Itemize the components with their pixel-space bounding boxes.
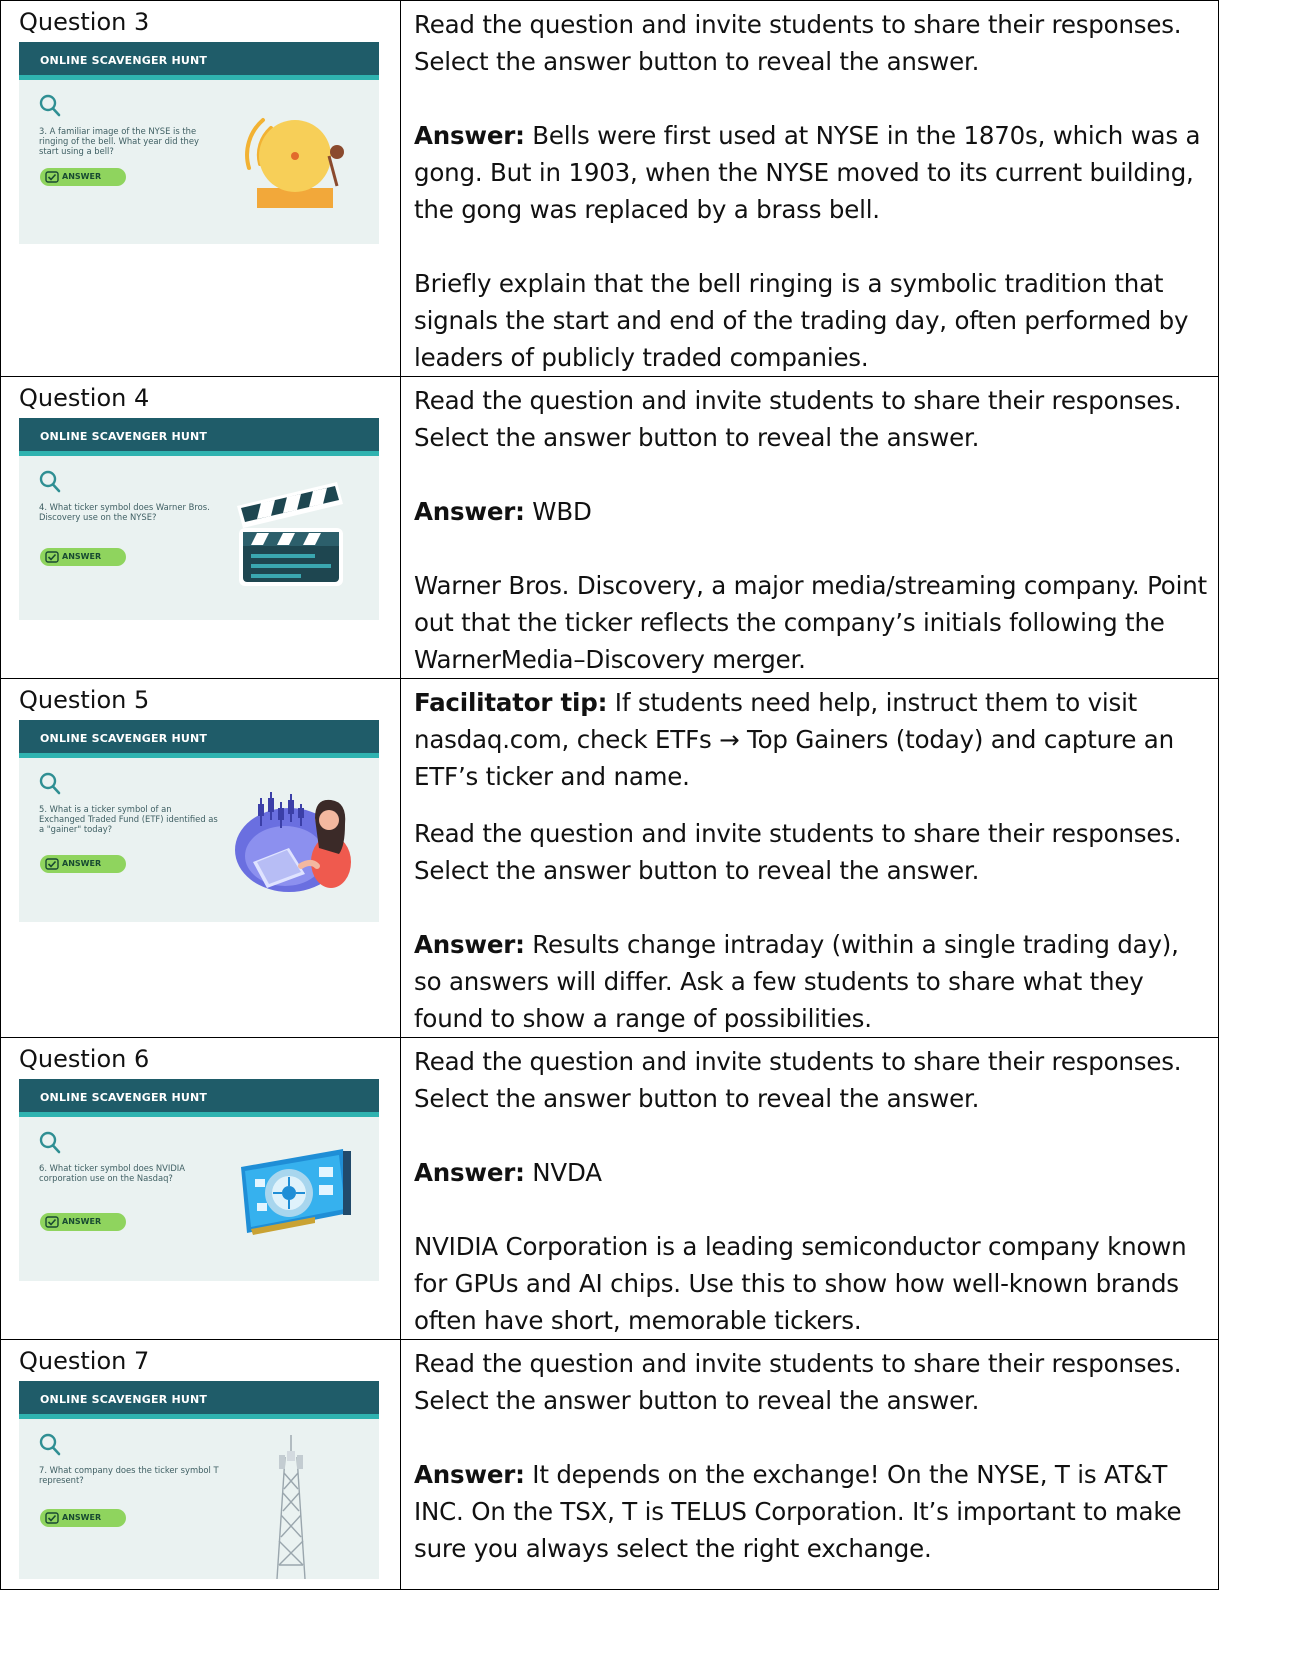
- question-row-3: Question 3 ONLINE SCAVENGER HUNT 3. A fa…: [0, 0, 1219, 377]
- check-icon: [45, 551, 59, 563]
- bell-illustration: [245, 118, 344, 208]
- slide-question-text: 7. What company does the ticker symbol T…: [39, 1465, 219, 1485]
- answer-text: Results change intraday (within a single…: [414, 930, 1179, 1033]
- slide-question-text: 4. What ticker symbol does Warner Bros. …: [39, 502, 210, 522]
- check-icon: [45, 1216, 59, 1228]
- question-label: Question 4: [19, 384, 150, 412]
- magnifier-icon: [39, 94, 61, 117]
- tip-paragraph: Facilitator tip: If students need help, …: [414, 684, 1210, 795]
- answer-button-label: ANSWER: [62, 552, 102, 561]
- slide-header: ONLINE SCAVENGER HUNT: [19, 42, 379, 80]
- question-row-5: Question 5 ONLINE SCAVENGER HUNT 5. What…: [0, 678, 1219, 1038]
- question-row-7: Question 7 ONLINE SCAVENGER HUNT 7. What…: [0, 1339, 1219, 1590]
- magnifier-icon: [39, 772, 61, 795]
- question-cell-5: Question 5 ONLINE SCAVENGER HUNT 5. What…: [0, 678, 401, 1038]
- notes-cell-4: Read the question and invite students to…: [400, 376, 1219, 679]
- answer-paragraph: Answer: Bells were first used at NYSE in…: [414, 117, 1210, 228]
- trader-illustration: [235, 792, 351, 892]
- answer-label: Answer:: [414, 497, 525, 526]
- note-text: NVIDIA Corporation is a leading semicond…: [414, 1232, 1187, 1335]
- slide-thumbnail: ONLINE SCAVENGER HUNT 7. What company do…: [19, 1381, 379, 1579]
- intro-text: Read the question and invite students to…: [414, 1349, 1182, 1415]
- answer-button[interactable]: ANSWER: [40, 855, 126, 873]
- slide-thumbnail: ONLINE SCAVENGER HUNT 6. What ticker sym…: [19, 1079, 379, 1281]
- check-icon: [45, 171, 59, 183]
- answer-text: Bells were first used at NYSE in the 187…: [414, 121, 1201, 224]
- magnifier-icon: [39, 1433, 61, 1456]
- answer-button[interactable]: ANSWER: [40, 168, 126, 186]
- slide-header: ONLINE SCAVENGER HUNT: [19, 720, 379, 758]
- slide-header: ONLINE SCAVENGER HUNT: [19, 1381, 379, 1419]
- answer-button[interactable]: ANSWER: [40, 1509, 126, 1527]
- slide-question-text: 5. What is a ticker symbol of an Exchang…: [39, 804, 218, 834]
- answer-button-label: ANSWER: [62, 1217, 102, 1226]
- question-cell-4: Question 4 ONLINE SCAVENGER HUNT 4. What…: [0, 376, 401, 679]
- answer-label: Answer:: [414, 930, 525, 959]
- notes-cell-5: Facilitator tip: If students need help, …: [400, 678, 1219, 1038]
- answer-button[interactable]: ANSWER: [40, 1213, 126, 1231]
- answer-label: Answer:: [414, 1460, 525, 1489]
- intro-text: Read the question and invite students to…: [414, 10, 1182, 76]
- check-icon: [45, 1512, 59, 1524]
- answer-text: NVDA: [524, 1158, 602, 1187]
- answer-paragraph: Answer: Results change intraday (within …: [414, 926, 1210, 1037]
- question-label: Question 3: [19, 8, 150, 36]
- answer-button-label: ANSWER: [62, 172, 102, 181]
- slide-thumbnail: ONLINE SCAVENGER HUNT 4. What ticker sym…: [19, 418, 379, 620]
- slide-header: ONLINE SCAVENGER HUNT: [19, 1079, 379, 1117]
- slide-header: ONLINE SCAVENGER HUNT: [19, 418, 379, 456]
- note-text: Warner Bros. Discovery, a major media/st…: [414, 571, 1207, 674]
- cell-tower-illustration: [276, 1435, 306, 1579]
- check-icon: [45, 858, 59, 870]
- answer-text: WBD: [524, 497, 592, 526]
- question-cell-3: Question 3 ONLINE SCAVENGER HUNT 3. A fa…: [0, 0, 401, 377]
- answer-button[interactable]: ANSWER: [40, 548, 126, 566]
- question-cell-7: Question 7 ONLINE SCAVENGER HUNT 7. What…: [0, 1339, 401, 1590]
- slide-question-text: 3. A familiar image of the NYSE is the r…: [39, 126, 199, 156]
- notes-cell-3: Read the question and invite students to…: [400, 0, 1219, 377]
- gpu-card-illustration: [241, 1149, 351, 1235]
- question-label: Question 5: [19, 686, 150, 714]
- notes-cell-6: Read the question and invite students to…: [400, 1037, 1219, 1340]
- question-label: Question 7: [19, 1347, 150, 1375]
- answer-paragraph: Answer: WBD: [414, 493, 1210, 530]
- question-row-4: Question 4 ONLINE SCAVENGER HUNT 4. What…: [0, 376, 1219, 679]
- facilitator-guide-table: Question 3 ONLINE SCAVENGER HUNT 3. A fa…: [0, 0, 1219, 1590]
- answer-button-label: ANSWER: [62, 859, 102, 868]
- intro-text: Read the question and invite students to…: [414, 386, 1182, 452]
- answer-label: Answer:: [414, 121, 525, 150]
- answer-text: It depends on the exchange! On the NYSE,…: [414, 1460, 1182, 1563]
- note-text: Briefly explain that the bell ringing is…: [414, 269, 1189, 372]
- magnifier-icon: [39, 1131, 61, 1154]
- answer-button-label: ANSWER: [62, 1513, 102, 1522]
- answer-paragraph: Answer: It depends on the exchange! On t…: [414, 1456, 1210, 1567]
- slide-question-text: 6. What ticker symbol does NVIDIA corpor…: [39, 1163, 185, 1183]
- slide-thumbnail: ONLINE SCAVENGER HUNT 3. A familiar imag…: [19, 42, 379, 244]
- notes-cell-7: Read the question and invite students to…: [400, 1339, 1219, 1590]
- answer-paragraph: Answer: NVDA: [414, 1154, 1210, 1191]
- question-cell-6: Question 6 ONLINE SCAVENGER HUNT 6. What…: [0, 1037, 401, 1340]
- intro-text: Read the question and invite students to…: [414, 1047, 1182, 1113]
- clapperboard-illustration: [237, 482, 343, 586]
- answer-label: Answer:: [414, 1158, 525, 1187]
- question-row-6: Question 6 ONLINE SCAVENGER HUNT 6. What…: [0, 1037, 1219, 1340]
- intro-text: Read the question and invite students to…: [414, 819, 1182, 885]
- tip-label: Facilitator tip:: [414, 688, 608, 717]
- question-label: Question 6: [19, 1045, 150, 1073]
- magnifier-icon: [39, 470, 61, 493]
- slide-thumbnail: ONLINE SCAVENGER HUNT 5. What is a ticke…: [19, 720, 379, 922]
